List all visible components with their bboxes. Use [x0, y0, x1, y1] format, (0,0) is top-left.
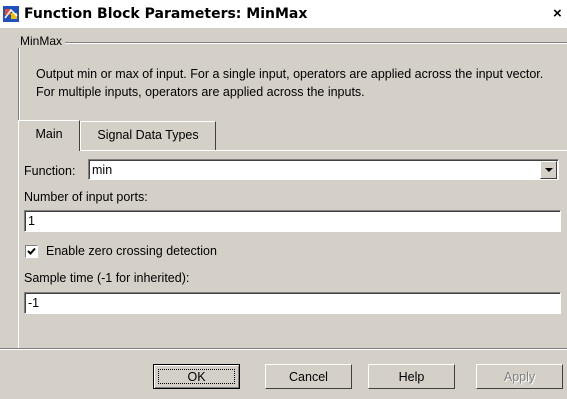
checkmark-icon: [27, 247, 36, 255]
cancel-button[interactable]: Cancel: [265, 364, 352, 389]
ok-button[interactable]: OK: [153, 364, 240, 389]
zero-crossing-label: Enable zero crossing detection: [46, 244, 217, 258]
help-button[interactable]: Help: [368, 364, 455, 389]
group-legend: MinMax: [18, 34, 66, 48]
num-ports-label: Number of input ports:: [24, 190, 148, 204]
block-description: Output min or max of input. For a single…: [36, 67, 544, 99]
window-title: Function Block Parameters: MinMax: [24, 6, 308, 22]
title-bar[interactable]: Function Block Parameters: MinMax ×: [0, 0, 567, 28]
num-ports-value: 1: [28, 214, 35, 228]
dialog-window: Function Block Parameters: MinMax × MinM…: [0, 0, 567, 399]
zero-crossing-checkbox[interactable]: [25, 245, 38, 258]
simulink-block-icon: [3, 6, 19, 22]
num-ports-input[interactable]: 1: [24, 210, 561, 232]
tab-main[interactable]: Main: [18, 120, 80, 151]
apply-label: Apply: [503, 370, 536, 384]
function-dropdown[interactable]: min: [88, 159, 559, 180]
focus-rect: [158, 369, 235, 384]
help-label: Help: [398, 370, 425, 384]
close-icon[interactable]: ×: [553, 5, 562, 22]
sample-time-label: Sample time (-1 for inherited):: [24, 271, 190, 285]
bottom-divider: [0, 348, 567, 350]
function-label: Function:: [24, 164, 76, 178]
function-value: min: [92, 163, 113, 177]
tab-signal-data-types-label: Signal Data Types: [97, 128, 199, 142]
apply-button[interactable]: Apply: [476, 364, 563, 389]
cancel-label: Cancel: [289, 370, 328, 384]
dialog-client-area: MinMax Output min or max of input. For a…: [0, 28, 567, 399]
sample-time-value: -1: [28, 296, 40, 310]
tab-signal-data-types[interactable]: Signal Data Types: [80, 121, 216, 150]
tab-main-label: Main: [35, 127, 63, 141]
sample-time-input[interactable]: -1: [24, 292, 561, 314]
chevron-down-icon[interactable]: [540, 161, 557, 179]
